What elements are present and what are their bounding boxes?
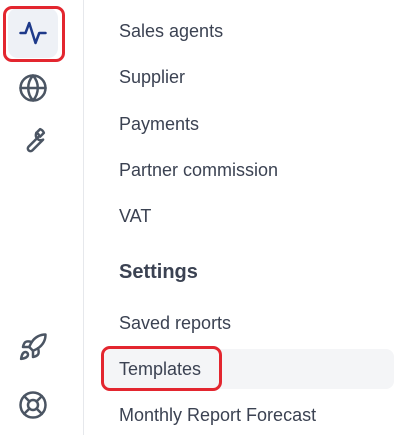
menu-item-supplier[interactable]: Supplier [104,57,394,97]
settings-heading: Settings [119,261,198,283]
menu-item-sales-agents[interactable]: Sales agents [104,11,394,51]
rocket-icon [19,333,47,361]
app-window: Sales agents Supplier Payments Partner c… [0,0,401,435]
menu-item-templates[interactable]: Templates [104,349,394,389]
menu-item-partner-commission[interactable]: Partner commission [104,150,394,190]
menu-item-payments[interactable]: Payments [104,104,394,144]
activity-button[interactable] [8,8,58,58]
wrench-button[interactable] [8,115,58,165]
reports-menu: Sales agents Supplier Payments Partner c… [84,0,401,435]
activity-icon [19,21,47,45]
menu-item-monthly-report-forecast[interactable]: Monthly Report Forecast [104,395,394,435]
help-button[interactable] [8,380,58,430]
globe-button[interactable] [8,63,58,113]
menu-item-vat[interactable]: VAT [104,196,394,236]
globe-icon [19,74,47,102]
menu-item-saved-reports[interactable]: Saved reports [104,303,394,343]
icon-rail [0,0,84,435]
rocket-button[interactable] [8,322,58,372]
wrench-icon [26,127,46,153]
lifebuoy-icon [19,391,47,419]
